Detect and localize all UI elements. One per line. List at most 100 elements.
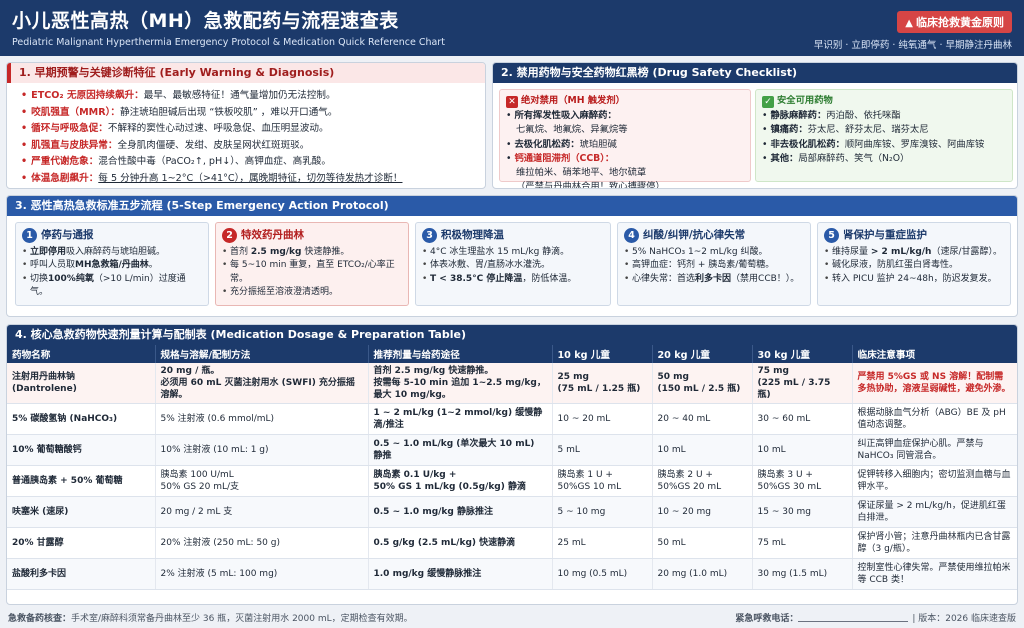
table-cell: 胰岛素 2 U + 50%GS 20 mL: [652, 465, 753, 497]
table-cell: 保护肾小管；注意丹曲林瓶内已含甘露醇（3 g/瓶）。: [852, 527, 1017, 559]
section-4-title: 4. 核心急救药物快速剂量计算与配制表 (Medication Dosage &…: [7, 325, 1017, 345]
table-cell: 10 ~ 20 mL: [552, 403, 653, 435]
table-cell: 10% 注射液 (10 mL: 1 g): [155, 434, 369, 466]
table-cell: 5 ~ 10 mg: [552, 496, 653, 528]
table-cell: 20% 注射液 (250 mL: 50 g): [155, 527, 369, 559]
list-item-detail: 七氟烷、地氟烷、异氟烷等: [516, 124, 628, 136]
section-1-title: 1. 早期预警与关键诊断特征 (Early Warning & Diagnosi…: [7, 63, 485, 83]
banned-title: 绝对禁用（MH 触发剂）: [521, 95, 625, 106]
list-item: 转入 PICU 监护 24~48h，防迟发复发。: [824, 273, 1004, 287]
step-card: 5肾保护与重症监护 维持尿量 > 2 mL/kg/h（速尿/甘露醇）。 碱化尿液…: [817, 222, 1011, 306]
table-cell: 根据动脉血气分析（ABG）BE 及 pH 值动态调整。: [852, 403, 1017, 435]
table-cell: 胰岛素 1 U + 50%GS 10 mL: [552, 465, 653, 497]
footer-stock-note: 急救备药核查：手术室/麻醉科须常备丹曲林至少 36 瓶，灭菌注射用水 2000 …: [8, 614, 413, 624]
table-cell: 10 mL: [652, 434, 753, 466]
list-item-note: （严禁与丹曲林合用！致心搏骤停）: [516, 181, 665, 189]
table-cell: 0.5 ~ 1.0 mL/kg (单次最大 10 mL) 静推: [368, 434, 553, 466]
footer: 急救备药核查：手术室/麻醉科须常备丹曲林至少 36 瓶，灭菌注射用水 2000 …: [0, 610, 1024, 628]
early-warning-panel: 1. 早期预警与关键诊断特征 (Early Warning & Diagnosi…: [6, 62, 486, 189]
drug-safety-panel: 2. 禁用药物与安全药物红黑榜 (Drug Safety Checklist) …: [492, 62, 1018, 189]
table-cell: 15 ~ 30 mg: [752, 496, 853, 528]
list-item: • 体温急剧飙升：每 5 分钟升高 1~2°C（>41°C），属晚期特征，切勿等待…: [21, 172, 403, 184]
table-cell: 胰岛素 0.1 U/kg + 50% GS 1 mL/kg (0.5g/kg) …: [368, 465, 553, 497]
phone-blank-line: [798, 612, 909, 622]
list-item: 5% NaHCO₃ 1~2 mL/kg 纠酸。: [624, 246, 804, 260]
warning-list: • ETCO₂ 无原因持续飙升：最早、最敏感特征！通气量增加仍无法控制。 • 咬肌强…: [7, 83, 485, 188]
list-item: • 严重代谢危象：混合性酸中毒（PaCO₂↑, pH↓）、高钾血症、高乳酸。: [21, 156, 331, 168]
column-header: 推荐剂量与给药途径: [368, 345, 553, 363]
table-cell: 0.5 g/kg (2.5 mL/kg) 快速静滴: [368, 527, 553, 559]
table-cell: 胰岛素 3 U + 50%GS 30 mL: [752, 465, 853, 497]
column-header: 药物名称: [7, 345, 156, 363]
safe-title: 安全可用药物: [777, 95, 833, 106]
table-header-row: 药物名称 规格与溶解/配制方法 推荐剂量与给药途径 10 kg 儿童 20 kg…: [7, 345, 1017, 363]
list-item: • 镇痛药：芬太尼、舒芬太尼、瑞芬太尼: [762, 124, 929, 136]
version-label: 版本：2026 临床速查版: [918, 614, 1016, 624]
table-row: 普通胰岛素 + 50% 葡萄糖 胰岛素 100 U/mL 50% GS 20 mL…: [7, 465, 1017, 497]
table-row: 5% 碳酸氢钠 (NaHCO₃) 5% 注射液 (0.6 mmol/mL) 1 ~ …: [7, 403, 1017, 435]
list-item: 呼叫人员取MH急救箱/丹曲林。: [22, 259, 202, 273]
step-card: 4纠酸/纠钾/抗心律失常 5% NaHCO₃ 1~2 mL/kg 纠酸。 高钾血…: [617, 222, 811, 306]
banned-drugs-box: ✕ 绝对禁用（MH 触发剂） • 所有挥发性吸入麻醉药： 七氟烷、地氟烷、异氟烷等…: [499, 89, 751, 188]
table-cell: 呋塞米 (速尿): [7, 496, 156, 528]
table-cell: 普通胰岛素 + 50% 葡萄糖: [7, 465, 156, 497]
page-title: 小儿恶性高热（MH）急救配药与流程速查表: [12, 10, 399, 32]
golden-rule-badge: ▲ 临床抢救黄金原则: [897, 11, 1012, 33]
column-header: 30 kg 儿童: [752, 345, 853, 363]
list-item-detail: 维拉帕米、硝苯地平、地尔硫䓬: [516, 167, 647, 179]
table-cell: 盐酸利多卡因: [7, 558, 156, 590]
list-item: • 所有挥发性吸入麻醉药：: [506, 110, 617, 122]
table-cell: 1 ~ 2 mL/kg (1~2 mmol/kg) 缓慢静滴/推注: [368, 403, 553, 435]
step-card: 3积极物理降温 4°C 冰生理盐水 15 mL/kg 静滴。 体表冰敷、胃/直肠…: [415, 222, 611, 306]
table-row: 盐酸利多卡因 2% 注射液 (5 mL: 100 mg) 1.0 mg/kg 缓慢静…: [7, 558, 1017, 590]
table-row: 注射用丹曲林钠 (Dantrolene) 20 mg / 瓶。 必须用 60 mL…: [7, 363, 1017, 404]
table-cell: 10 mL: [752, 434, 853, 466]
section-3-title: 3. 恶性高热急救标准五步流程 (5-Step Emergency Action…: [7, 196, 1017, 216]
table-cell: 30 ~ 60 mL: [752, 403, 853, 435]
list-item: • 肌强直与皮肤异常：全身肌肉僵硬、发绀、皮肤呈网状红斑斑驳。: [21, 139, 310, 151]
table-cell: 1.0 mg/kg 缓慢静脉推注: [368, 558, 553, 590]
column-header: 20 kg 儿童: [652, 345, 753, 363]
table-cell: 严禁用 5%GS 或 NS 溶解！配制需多热协助，溶液呈弱碱性，避免外渗。: [852, 363, 1017, 404]
step-card: 1停药与通报 立即停用吸入麻醉药与琥珀胆碱。 呼叫人员取MH急救箱/丹曲林。 切…: [15, 222, 209, 306]
list-item: • 非去极化肌松药：顺阿曲库铵、罗库溴铵、阿曲库铵: [762, 138, 985, 150]
table-cell: 20 mg / 2 mL 支: [155, 496, 369, 528]
column-header: 10 kg 儿童: [552, 345, 653, 363]
table-cell: 20% 甘露醇: [7, 527, 156, 559]
list-item: • 其他：局部麻醉药、笑气（N₂O）: [762, 152, 910, 164]
table-cell: 30 mg (1.5 mL): [752, 558, 853, 590]
table-cell: 保证尿量 > 2 mL/kg/h，促进肌红蛋白排泄。: [852, 496, 1017, 528]
table-row: 呋塞米 (速尿) 20 mg / 2 mL 支 0.5 ~ 1.0 mg/kg 静脉…: [7, 496, 1017, 528]
list-item: T < 38.5°C 停止降温，防低体温。: [422, 273, 604, 287]
dosage-table-panel: 4. 核心急救药物快速剂量计算与配制表 (Medication Dosage &…: [6, 324, 1018, 605]
table-cell: 控制室性心律失常。严禁使用维拉帕米等 CCB 类！: [852, 558, 1017, 590]
list-item: 体表冰敷、胃/直肠冰水灌洗。: [422, 259, 604, 273]
list-item: • 循环与呼吸急促：不解释的窦性心动过速、呼吸急促、血压明显波动。: [21, 123, 329, 135]
list-item: 立即停用吸入麻醉药与琥珀胆碱。: [22, 246, 202, 260]
table-cell: 20 mg (1.0 mL): [652, 558, 753, 590]
table-cell: 10 ~ 20 mg: [652, 496, 753, 528]
table-cell: 20 mg / 瓶。 必须用 60 mL 灭菌注射用水 (SWFI) 充分振摇溶…: [155, 363, 369, 404]
list-item: 充分振摇至溶液澄清透明。: [222, 286, 402, 300]
section-2-title: 2. 禁用药物与安全药物红黑榜 (Drug Safety Checklist): [493, 63, 1017, 83]
table-cell: 促钾转移入细胞内；密切监测血糖与血钾水平。: [852, 465, 1017, 497]
column-header: 规格与溶解/配制方法: [155, 345, 369, 363]
check-icon: ✓: [762, 96, 774, 108]
table-cell: 20 ~ 40 mL: [652, 403, 753, 435]
table-cell: 胰岛素 100 U/mL 50% GS 20 mL/支: [155, 465, 369, 497]
list-item: 切换100%纯氧（>10 L/min）过度通气。: [22, 273, 202, 300]
table-cell: 5% 碳酸氢钠 (NaHCO₃): [7, 403, 156, 435]
safe-drugs-box: ✓ 安全可用药物 • 静脉麻醉药：丙泊酚、依托咪酯 • 镇痛药：芬太尼、舒芬太尼、…: [755, 89, 1013, 182]
table-cell: 纠正高钾血症保护心肌。严禁与 NaHCO₃ 同管混合。: [852, 434, 1017, 466]
phone-label: 紧急呼救电话：: [735, 614, 799, 624]
page-subtitle: Pediatric Malignant Hyperthermia Emergen…: [12, 37, 445, 48]
table-cell: 50 mg (150 mL / 2.5 瓶): [652, 363, 753, 404]
column-header: 临床注意事项: [852, 345, 1017, 363]
list-item: • 咬肌强直（MMR）：静注琥珀胆碱后出现 “铁板咬肌” ，难以开口通气。: [21, 106, 338, 118]
table-cell: 5 mL: [552, 434, 653, 466]
table-cell: 75 mL: [752, 527, 853, 559]
list-item: • 去极化肌松药：琥珀胆碱: [506, 138, 617, 150]
dosage-table: 药物名称 规格与溶解/配制方法 推荐剂量与给药途径 10 kg 儿童 20 kg…: [7, 345, 1017, 590]
list-item: • 静脉麻醉药：丙泊酚、依托咪酯: [762, 110, 901, 122]
table-row: 10% 葡萄糖酸钙 10% 注射液 (10 mL: 1 g) 0.5 ~ 1.0 m…: [7, 434, 1017, 466]
